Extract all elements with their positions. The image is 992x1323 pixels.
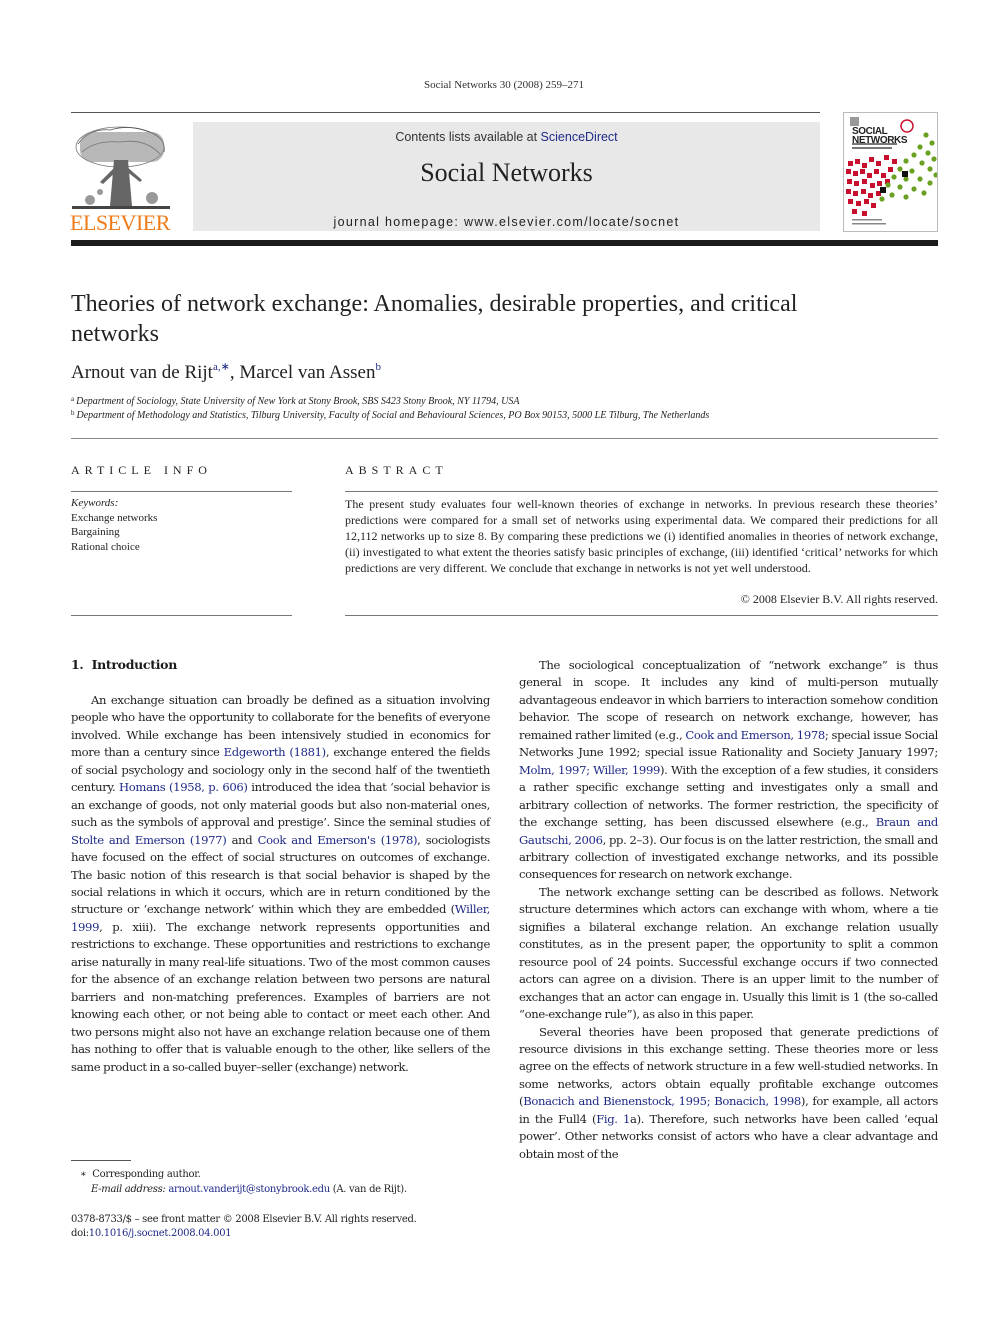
journal-name: Social Networks bbox=[420, 158, 593, 187]
journal-homepage[interactable]: journal homepage: www.elsevier.com/locat… bbox=[193, 215, 820, 229]
paragraph: Several theories have been proposed that… bbox=[519, 1024, 938, 1164]
body-text: , p. xiii). The exchange network represe… bbox=[71, 919, 490, 1074]
contents-prefix: Contents lists available at bbox=[395, 130, 541, 144]
body-column-right: The sociological conceptualization of “n… bbox=[519, 657, 938, 1163]
email-note: E-mail address: arnout.vanderijt@stonybr… bbox=[91, 1184, 407, 1195]
header-divider bbox=[71, 112, 820, 113]
citation-link[interactable]: Cook and Emerson, 1978 bbox=[685, 728, 825, 742]
author-name[interactable]: Marcel van Assen bbox=[239, 362, 375, 383]
paragraph: The network exchange setting can be desc… bbox=[519, 884, 938, 1024]
keywords-block: Keywords: Exchange networks Bargaining R… bbox=[71, 496, 157, 554]
email-link[interactable]: arnout.vanderijt@stonybrook.edu bbox=[168, 1184, 330, 1195]
cover-title: SOCIAL NETWORKS bbox=[852, 126, 908, 146]
affiliation: a Department of Sociology, State Universi… bbox=[71, 395, 520, 407]
keywords-label: Keywords: bbox=[71, 497, 119, 509]
abstract-text: The present study evaluates four well-kn… bbox=[345, 497, 938, 575]
citation-link[interactable]: Molm, 1997; Willer, 1999 bbox=[519, 763, 660, 777]
paragraph: The sociological conceptualization of “n… bbox=[519, 657, 938, 884]
body-text: and bbox=[226, 832, 258, 847]
author-name[interactable]: Arnout van de Rijt bbox=[71, 362, 213, 383]
divider bbox=[71, 615, 292, 616]
author-affiliation-mark[interactable]: a,∗ bbox=[213, 361, 230, 373]
journal-masthead: Contents lists available at ScienceDirec… bbox=[193, 122, 820, 231]
paragraph: An exchange situation can broadly be def… bbox=[71, 692, 490, 1076]
citation-link[interactable]: Fig. 1 bbox=[596, 1112, 630, 1126]
abstract-copyright: © 2008 Elsevier B.V. All rights reserved… bbox=[740, 592, 938, 606]
sciencedirect-link[interactable]: ScienceDirect bbox=[541, 130, 618, 144]
running-head: Social Networks 30 (2008) 259–271 bbox=[423, 79, 585, 91]
divider bbox=[345, 615, 938, 616]
citation-link[interactable]: Bonacich and Bienenstock, 1995; Bonacich… bbox=[523, 1094, 801, 1108]
doi-link[interactable]: 10.1016/j.socnet.2008.04.001 bbox=[89, 1228, 232, 1239]
divider bbox=[71, 491, 292, 492]
body-text: The network exchange setting can be desc… bbox=[519, 884, 938, 1022]
citation-link[interactable]: Stolte and Emerson (1977) bbox=[71, 833, 227, 847]
masthead-bottom-rule bbox=[71, 240, 938, 246]
journal-cover-thumbnail[interactable]: SOCIAL NETWORKS bbox=[843, 112, 938, 232]
keyword: Rational choice bbox=[71, 540, 140, 553]
citation-link[interactable]: Homans (1958, p. 606) bbox=[119, 780, 248, 794]
author-list: Arnout van de Rijta,∗, Marcel van Assenb bbox=[71, 361, 381, 383]
elsevier-wordmark[interactable]: ELSEVIER bbox=[70, 210, 172, 236]
issn-line: 0378-8733/$ – see front matter © 2008 El… bbox=[71, 1214, 417, 1225]
keyword: Bargaining bbox=[71, 526, 120, 538]
abstract-heading: ABSTRACT bbox=[345, 463, 448, 477]
corresponding-author-note: ∗ Corresponding author. bbox=[80, 1169, 201, 1180]
author-affiliation-mark[interactable]: b bbox=[375, 361, 381, 373]
citation-link[interactable]: Edgeworth (1881) bbox=[224, 745, 327, 759]
affiliation: b Department of Methodology and Statistic… bbox=[71, 409, 710, 421]
section-heading: 1. Introduction bbox=[71, 657, 177, 672]
article-title: Theories of network exchange: Anomalies,… bbox=[71, 291, 798, 347]
keyword: Exchange networks bbox=[71, 511, 158, 524]
body-column-left: An exchange situation can broadly be def… bbox=[71, 692, 490, 1076]
article-info-heading: ARTICLE INFO bbox=[71, 463, 212, 477]
divider bbox=[71, 438, 938, 439]
doi-line: doi:10.1016/j.socnet.2008.04.001 bbox=[71, 1228, 232, 1239]
citation-link[interactable]: Cook and Emerson's (1978) bbox=[258, 833, 418, 847]
footnote-divider bbox=[71, 1160, 131, 1161]
contents-availability: Contents lists available at ScienceDirec… bbox=[193, 130, 820, 144]
divider bbox=[345, 491, 938, 492]
